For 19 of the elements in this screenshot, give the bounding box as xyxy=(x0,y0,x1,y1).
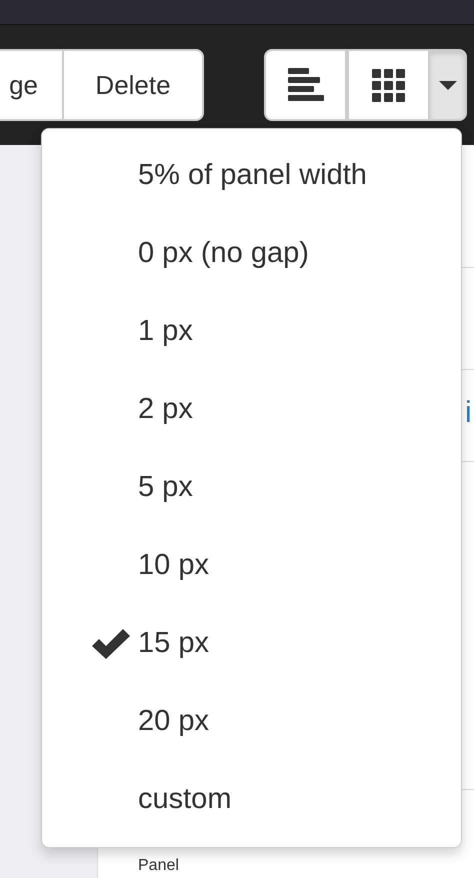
menu-item[interactable]: 1 px xyxy=(42,293,461,371)
align-left-icon xyxy=(288,68,324,102)
panel-title: Panel xyxy=(138,856,179,876)
toolbar-button[interactable]: ge xyxy=(0,49,64,121)
menu-item[interactable]: custom xyxy=(42,761,461,839)
caret-icon xyxy=(438,80,456,90)
delete-button[interactable]: Delete xyxy=(64,49,204,121)
list-view-button[interactable] xyxy=(264,49,347,121)
grid-icon xyxy=(372,68,405,102)
menu-item[interactable]: 5 px xyxy=(42,449,461,527)
menu-item[interactable]: 15 px xyxy=(42,605,461,683)
menu-item[interactable]: 2 px xyxy=(42,371,461,449)
menu-item[interactable]: 20 px xyxy=(42,683,461,761)
menu-item[interactable]: 0 px (no gap) xyxy=(42,215,461,293)
dropdown-toggle[interactable] xyxy=(430,49,467,121)
link[interactable]: i xyxy=(465,390,472,435)
menu-item[interactable]: 5% of panel width xyxy=(42,137,461,215)
menu-item[interactable]: 10 px xyxy=(42,527,461,605)
grid-view-button[interactable] xyxy=(347,49,430,121)
